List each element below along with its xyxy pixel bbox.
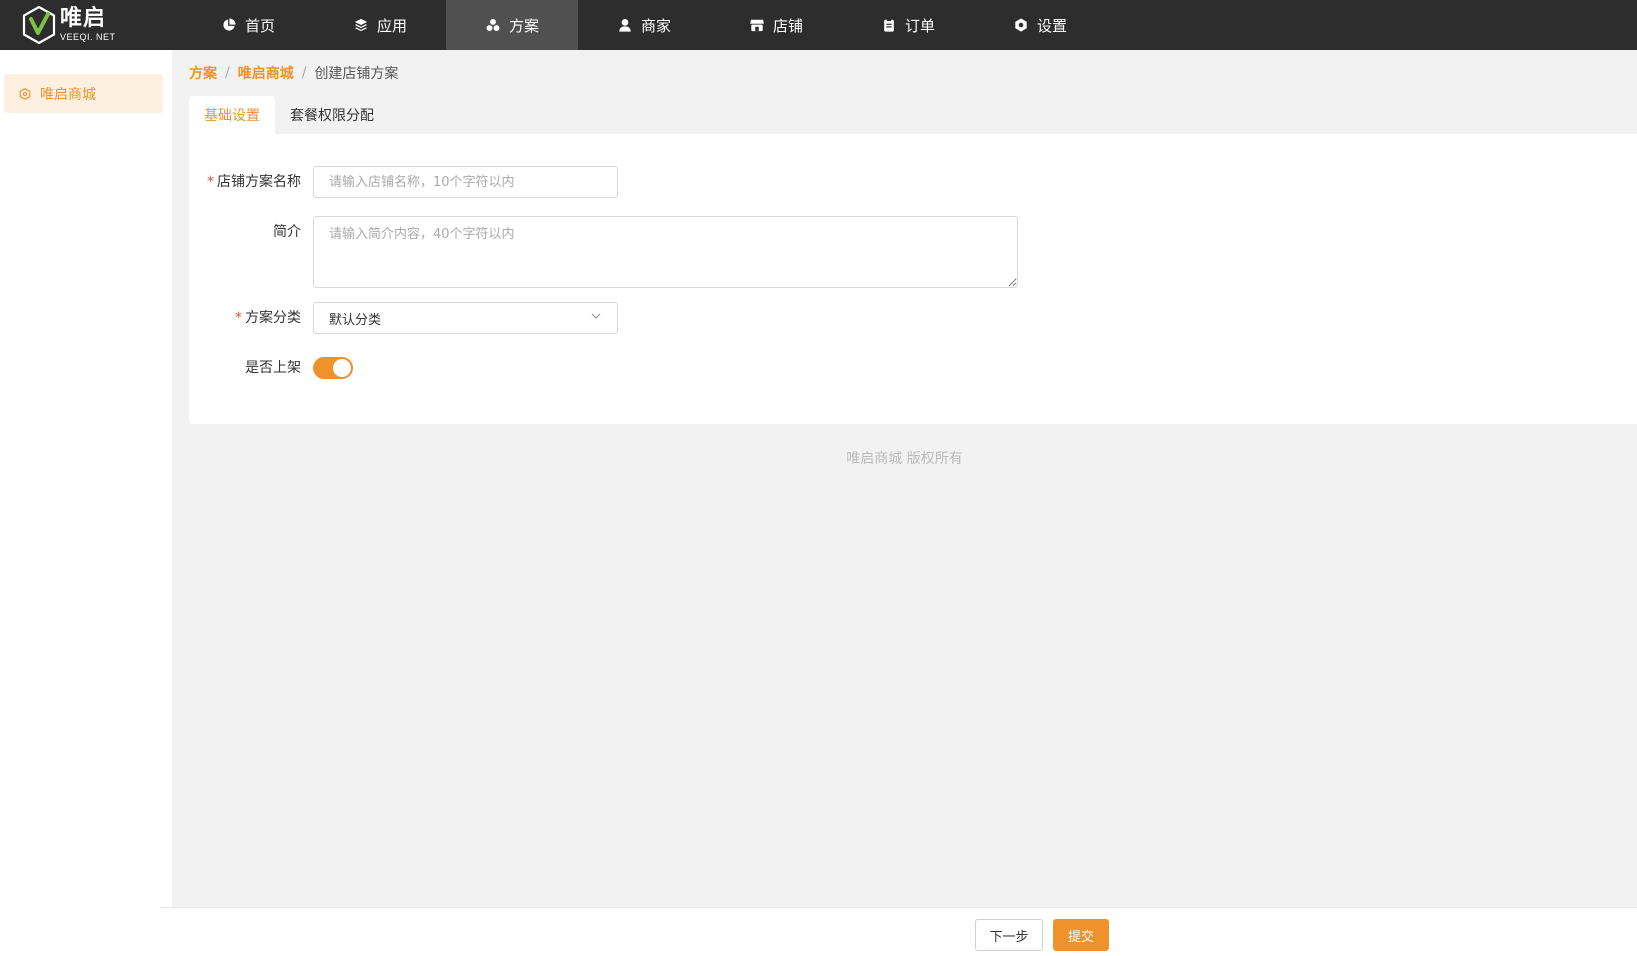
breadcrumb-link-mall[interactable]: 唯启商城 [238,63,294,83]
top-navigation-bar: 唯启 VEEQI. NET 首页 应用 方案 商家 店铺 订单 设置 [0,0,1637,50]
nav-item-apps[interactable]: 应用 [314,0,446,50]
nav-label: 设置 [1036,16,1067,35]
logo-mark-icon [22,6,56,44]
field-label: 简介 [273,224,301,240]
form-row-intro: 简介 [189,216,1018,288]
user-icon [617,17,633,33]
store-icon [749,17,765,33]
required-marker: * [235,310,242,326]
cluster-icon [485,17,501,33]
brand-name: 唯启 [60,6,107,31]
pie-chart-icon [221,17,237,33]
breadcrumb-separator: / [225,65,230,81]
field-label: * 店铺方案名称 [207,174,301,190]
nav-label: 店铺 [772,16,803,35]
nav-label: 应用 [376,16,407,35]
form-row-category: * 方案分类 默认分类 [189,302,618,334]
copyright-text: 唯启商城 版权所有 [846,451,963,467]
next-step-button[interactable]: 下一步 [975,919,1043,951]
intro-textarea[interactable] [313,216,1018,288]
field-label: * 方案分类 [235,310,301,326]
bottom-action-bar: 下一步 提交 [160,907,1637,956]
form-row-published: 是否上架 [189,352,353,384]
hexagon-icon [18,87,32,101]
tab-basic-settings[interactable]: 基础设置 [189,96,275,134]
category-selected-value: 默认分类 [329,312,382,328]
nav-label: 首页 [244,16,275,35]
brand-domain: VEEQI. NET [60,32,116,42]
published-toggle[interactable] [313,357,353,379]
toggle-knob [333,359,351,377]
nav-item-plans[interactable]: 方案 [446,0,578,50]
logo[interactable]: 唯启 VEEQI. NET [0,0,170,50]
required-marker: * [207,174,214,190]
sidebar-item-label: 唯启商城 [40,86,96,103]
nav-item-merchants[interactable]: 商家 [578,0,710,50]
breadcrumb: 方案 / 唯启商城 / 创建店铺方案 [189,63,398,83]
breadcrumb-separator: / [301,65,307,81]
form-tabs: 基础设置 套餐权限分配 [189,96,389,134]
main-nav: 首页 应用 方案 商家 店铺 订单 设置 [182,0,1106,50]
nav-label: 订单 [904,16,935,35]
gear-icon [1013,17,1029,33]
nav-item-settings[interactable]: 设置 [974,0,1106,50]
form-row-name: * 店铺方案名称 [189,166,618,198]
nav-label: 商家 [640,16,671,35]
tab-package-permissions[interactable]: 套餐权限分配 [275,96,389,134]
plan-name-input[interactable] [313,166,618,198]
nav-item-home[interactable]: 首页 [182,0,314,50]
form-card: *店铺方案名称 简介 *方案分类 默认分类 是否上架 [189,134,1637,424]
category-select[interactable]: 默认分类 [313,302,618,334]
field-label: 是否上架 [245,360,301,376]
nav-item-stores[interactable]: 店铺 [710,0,842,50]
sidebar-item-veeqi-mall[interactable]: 唯启商城 [4,74,163,113]
breadcrumb-current: 创建店铺方案 [314,66,399,82]
sidebar: 唯启商城 [0,50,172,956]
nav-label: 方案 [508,16,539,35]
breadcrumb-link-plans[interactable]: 方案 [189,63,217,83]
nav-item-orders[interactable]: 订单 [842,0,974,50]
layers-icon [353,17,369,33]
chevron-down-icon [590,310,602,326]
clipboard-icon [881,17,897,33]
submit-button[interactable]: 提交 [1053,919,1109,951]
